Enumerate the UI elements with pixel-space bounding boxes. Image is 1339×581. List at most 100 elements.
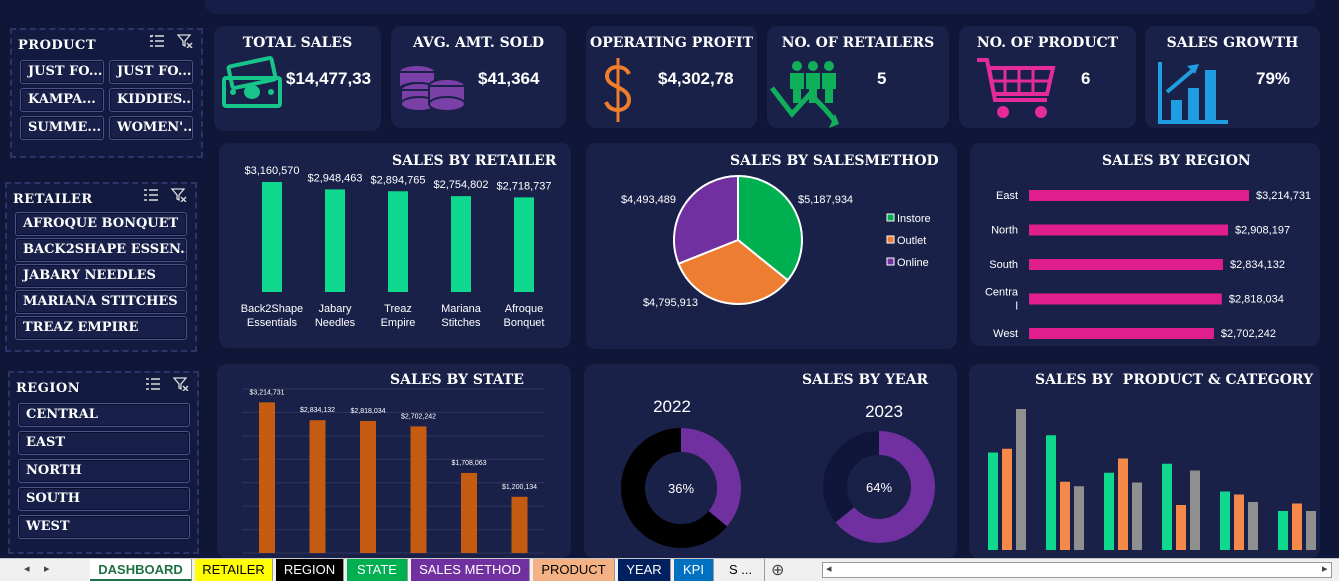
tab-region[interactable]: REGION <box>276 559 344 581</box>
bar <box>1029 224 1229 236</box>
data-label: $3,214,731 <box>1256 190 1311 202</box>
horizontal-scroll-left-icon[interactable]: ◂ <box>826 562 832 575</box>
clear-filter-icon[interactable] <box>177 34 193 48</box>
slicer-header: REGION <box>16 377 191 397</box>
sales-by-salesmethod-card: SALES BY SALESMETHOD $5,187,934 Instore $4… <box>586 143 957 349</box>
doughnut-label: 64% <box>866 480 892 495</box>
kpi-value: 5 <box>877 69 887 88</box>
tab-scroll-next-button[interactable]: ▸ <box>44 562 50 575</box>
shopping-cart-icon <box>977 58 1056 118</box>
tab-retailer[interactable]: RETAILER <box>195 559 273 581</box>
category-label: Treaz <box>384 303 412 315</box>
data-label: $4,795,913 <box>643 297 698 309</box>
kpi-value: 6 <box>1081 69 1091 88</box>
clear-filter-icon[interactable] <box>173 377 189 391</box>
tab-kpi[interactable]: KPI <box>674 559 714 581</box>
slicer-item[interactable]: TREAZ EMPIRE <box>15 316 187 340</box>
tab-scroll-prev-button[interactable]: ◂ <box>24 562 30 575</box>
year-label: 2022 <box>653 397 691 416</box>
category-label: Essentials <box>247 317 298 329</box>
slicer-item[interactable]: NORTH <box>18 459 190 483</box>
add-sheet-icon[interactable]: ⊕ <box>771 560 784 580</box>
sales-by-state-chart: $3,214,731 $2,834,132 $2,818,034 $2,702,242… <box>242 388 545 554</box>
slicer-item[interactable]: SUMME... <box>20 116 104 140</box>
slicer-item[interactable]: MARIANA STITCHES <box>15 290 187 314</box>
category-label: North <box>991 225 1018 237</box>
horizontal-scrollbar[interactable] <box>822 562 1332 578</box>
bar <box>1234 494 1244 550</box>
slicer-item[interactable]: KAMPA... <box>20 88 104 112</box>
kpi-title: OPERATING PROFIT <box>590 35 753 51</box>
sales-by-salesmethod-chart: $5,187,934 Instore $4,795,913 Outlet $4,493,… <box>621 174 931 309</box>
multi-select-icon[interactable] <box>143 188 159 202</box>
kpi-title: NO. OF PRODUCT <box>976 35 1119 51</box>
region-slicer: REGION CENTRAL EAST NORTH SOUTH WEST <box>8 371 199 554</box>
bar <box>1074 486 1084 550</box>
bar <box>410 426 427 553</box>
bar <box>1029 259 1223 270</box>
sales-by-retailer-card: SALES BY RETAILER $3,160,570 Back2Shape Es… <box>219 143 571 348</box>
slicer-item[interactable]: WOMEN'... <box>109 116 193 140</box>
tab-year[interactable]: YEAR <box>618 559 671 581</box>
slicer-item[interactable]: WEST <box>18 515 190 539</box>
bar <box>1162 463 1172 550</box>
legend-swatch <box>886 213 895 222</box>
slicer-item[interactable]: KIDDIES... <box>109 88 193 112</box>
horizontal-scroll-right-icon[interactable]: ▸ <box>1322 562 1328 575</box>
legend-label: Instore <box>897 213 931 225</box>
kpi-title: TOTAL SALES <box>242 35 353 51</box>
legend-swatch <box>886 235 895 244</box>
slicer-item[interactable]: AFROQUE BONQUET <box>15 212 187 236</box>
bar <box>1046 435 1056 550</box>
data-label: $2,908,197 <box>1235 225 1290 237</box>
tab-sales-method[interactable]: SALES METHOD <box>411 559 530 581</box>
category-label: Empire <box>381 317 416 329</box>
doughnut-label: 36% <box>668 481 694 496</box>
slicer-item[interactable]: EAST <box>18 431 190 455</box>
bar <box>1292 503 1302 550</box>
slicer-header: PRODUCT <box>18 34 195 54</box>
sales-by-product-category-card: SALES BY PRODUCT & CATEGORY <box>969 364 1320 558</box>
data-label: $2,718,737 <box>496 180 551 192</box>
data-label: $3,214,731 <box>249 389 284 396</box>
sales-by-region-chart: $3,214,731 East $2,908,197 North $2,834,132 S… <box>985 190 1311 340</box>
bar <box>360 420 376 553</box>
bar <box>1220 491 1230 550</box>
category-label: Stitches <box>441 317 481 329</box>
tab-state[interactable]: STATE <box>347 559 408 581</box>
slicer-item[interactable]: JUST FO... <box>20 60 104 84</box>
tab-more[interactable]: S ... <box>717 559 765 581</box>
slicer-item[interactable]: BACK2SHAPE ESSEN... <box>15 238 187 262</box>
bar <box>514 197 534 292</box>
bar <box>1176 505 1186 550</box>
data-label: $1,708,063 <box>451 460 486 467</box>
slicer-item[interactable]: CENTRAL <box>18 403 190 427</box>
slicer-header: RETAILER <box>13 188 189 208</box>
kpi-value: $41,364 <box>478 69 540 88</box>
slicer-item[interactable]: SOUTH <box>18 487 190 511</box>
tab-product[interactable]: PRODUCT <box>533 559 615 581</box>
clear-filter-icon[interactable] <box>171 188 187 202</box>
bar <box>1278 511 1288 550</box>
kpi-card-operating-profit: OPERATING PROFIT $4,302,78 <box>586 26 757 128</box>
bar <box>1306 511 1316 550</box>
people-chart-icon <box>770 61 839 128</box>
kpi-card-retailers: NO. OF RETAILERS 5 <box>767 26 949 128</box>
category-label: Mariana <box>441 303 482 315</box>
slicer-item[interactable]: JABARY NEEDLES <box>15 264 187 288</box>
multi-select-icon[interactable] <box>145 377 161 391</box>
slicer-item[interactable]: JUST FO... <box>109 60 193 84</box>
kpi-value: 79% <box>1256 69 1291 88</box>
kpi-title: AVG. AMT. SOLD <box>413 35 544 51</box>
data-label: $2,834,132 <box>300 407 335 414</box>
multi-select-icon[interactable] <box>149 34 165 48</box>
bar <box>511 496 528 553</box>
kpi-card-total-sales: TOTAL SALES $14,477,33 <box>214 26 381 131</box>
bar <box>461 472 477 553</box>
data-label: $2,834,132 <box>1230 259 1285 271</box>
sales-by-product-category-chart <box>988 409 1316 550</box>
tab-dashboard[interactable]: DASHBOARD <box>90 559 192 581</box>
data-label: $2,948,463 <box>307 172 362 184</box>
bar <box>1002 448 1012 550</box>
product-slicer: PRODUCT JUST FO... JUST FO... KAMPA... K… <box>10 28 203 158</box>
